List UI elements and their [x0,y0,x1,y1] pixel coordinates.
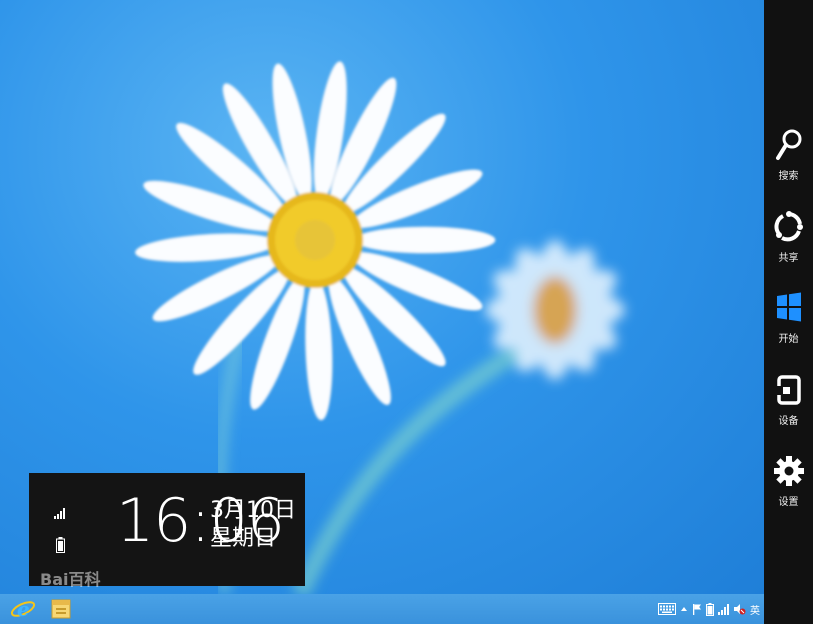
taskbar-ie-button[interactable]: e [10,596,40,622]
charm-search[interactable]: 搜索 [764,128,813,182]
gear-icon [773,456,804,486]
charms-bar: 搜索 共享 开始 设备 设置 [764,0,813,624]
charm-start-label: 开始 [778,334,799,345]
charm-start[interactable]: 开始 [764,291,813,345]
charm-share-label: 共享 [778,253,799,264]
show-hidden-icons-icon[interactable] [680,603,688,615]
taskbar-file-explorer-button[interactable] [48,596,78,622]
share-icon [774,211,803,242]
charm-devices-label: 设备 [778,416,799,427]
keyboard-icon[interactable] [658,603,676,615]
internet-explorer-icon: e [10,597,36,621]
lock-date-weekday: 星期日 [210,525,277,551]
network-signal-icon [54,508,65,519]
charm-settings[interactable]: 设置 [764,454,813,508]
charm-settings-label: 设置 [778,497,799,508]
network-signal-icon[interactable] [718,603,729,615]
lock-date-day: 3月10日 [210,498,296,523]
taskbar: e 英 [0,594,764,624]
volume-muted-icon[interactable] [733,603,746,615]
action-center-flag-icon[interactable] [692,603,702,615]
charm-devices[interactable]: 设备 [764,373,813,427]
windows-start-icon [776,292,801,322]
ime-language-indicator[interactable]: 英 [750,602,760,617]
battery-charging-icon [56,537,65,553]
charm-search-label: 搜索 [778,171,799,182]
file-explorer-icon [51,599,71,619]
search-icon [775,129,801,160]
charm-share[interactable]: 共享 [764,210,813,264]
system-tray: 英 [658,601,760,617]
lock-date: 3月10日 星期日 [210,497,296,552]
svg-text:e: e [17,597,30,621]
battery-icon[interactable] [706,602,714,616]
devices-icon [776,375,801,405]
baidu-watermark: Bai百科 [40,570,101,589]
